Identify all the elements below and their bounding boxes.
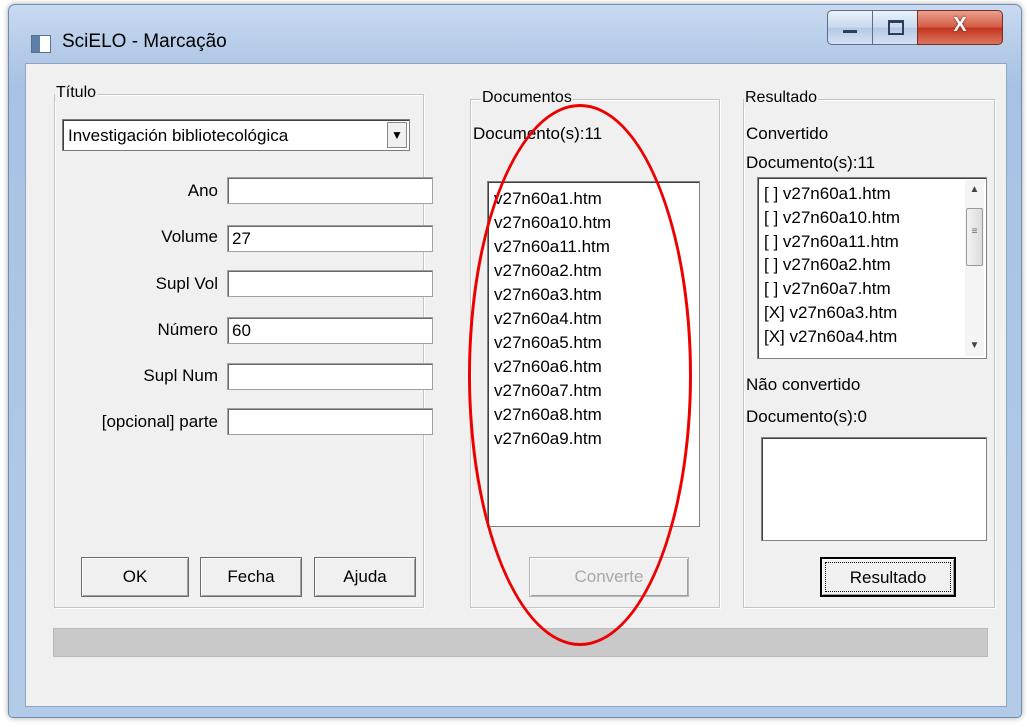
- list-item[interactable]: [X] v27n60a4.htm: [758, 325, 986, 349]
- list-item[interactable]: v27n60a6.htm: [488, 355, 699, 379]
- list-item[interactable]: v27n60a11.htm: [488, 235, 699, 259]
- dialog-client-area: Título Investigación bibliotecológica ▼ …: [25, 63, 1007, 707]
- maximize-button[interactable]: [872, 10, 918, 45]
- close-button[interactable]: X: [917, 10, 1003, 45]
- list-item[interactable]: v27n60a5.htm: [488, 331, 699, 355]
- list-item[interactable]: [X] v27n60a3.htm: [758, 301, 986, 325]
- list-item[interactable]: v27n60a4.htm: [488, 307, 699, 331]
- resultado-legend: Resultado: [744, 89, 819, 107]
- documentos-legend: Documentos: [481, 89, 573, 107]
- fecha-button[interactable]: Fecha: [200, 557, 302, 597]
- titulo-select[interactable]: Investigación bibliotecológica ▼: [62, 119, 410, 151]
- list-item[interactable]: v27n60a1.htm: [488, 187, 699, 211]
- opcional-parte-field[interactable]: [227, 408, 433, 435]
- nao-convertido-label: Não convertido: [746, 375, 861, 394]
- list-item[interactable]: [ ] v27n60a10.htm: [758, 206, 986, 230]
- progress-bar: [53, 628, 988, 657]
- app-window: SciELO - Marcação X Título Investigación…: [8, 4, 1022, 718]
- grip-icon: ≡: [971, 226, 978, 237]
- nao-convertido-listbox[interactable]: [761, 437, 987, 541]
- volume-field[interactable]: 27: [227, 225, 433, 252]
- list-item[interactable]: [ ] v27n60a1.htm: [758, 182, 986, 206]
- app-icon[interactable]: [31, 35, 51, 53]
- list-item[interactable]: v27n60a7.htm: [488, 379, 699, 403]
- ano-label: Ano: [187, 181, 218, 200]
- numero-label: Número: [157, 320, 218, 339]
- focus-rect: [825, 562, 951, 592]
- supl-vol-label: Supl Vol: [155, 274, 218, 293]
- convertido-listbox[interactable]: [ ] v27n60a1.htm [ ] v27n60a10.htm [ ] v…: [757, 177, 987, 359]
- numero-field[interactable]: 60: [227, 317, 433, 344]
- converte-button[interactable]: Converte: [529, 557, 689, 597]
- supl-num-field[interactable]: [227, 363, 433, 390]
- list-item[interactable]: [ ] v27n60a2.htm: [758, 253, 986, 277]
- documentos-count: Documento(s):11: [473, 124, 603, 143]
- opcional-parte-label: [opcional] parte: [101, 412, 218, 431]
- list-item[interactable]: v27n60a2.htm: [488, 259, 699, 283]
- list-item[interactable]: v27n60a10.htm: [488, 211, 699, 235]
- volume-label: Volume: [161, 227, 218, 246]
- list-item[interactable]: v27n60a3.htm: [488, 283, 699, 307]
- resultado-button[interactable]: Resultado: [820, 557, 956, 597]
- ok-button[interactable]: OK: [81, 557, 189, 597]
- vertical-scrollbar[interactable]: ▲ ≡ ▼: [965, 180, 984, 356]
- convertido-label: Convertido: [746, 124, 829, 143]
- minimize-icon: [843, 30, 857, 33]
- supl-vol-field[interactable]: [227, 270, 433, 297]
- title-bar[interactable]: SciELO - Marcação X: [9, 5, 1021, 63]
- ano-field[interactable]: [227, 177, 433, 204]
- list-item[interactable]: v27n60a8.htm: [488, 403, 699, 427]
- list-item[interactable]: [ ] v27n60a11.htm: [758, 230, 986, 254]
- maximize-icon: [888, 20, 904, 35]
- scroll-up-icon[interactable]: ▲: [965, 180, 984, 200]
- titulo-legend: Título: [55, 84, 98, 102]
- ajuda-button[interactable]: Ajuda: [314, 557, 416, 597]
- documentos-listbox[interactable]: v27n60a1.htm v27n60a10.htm v27n60a11.htm…: [487, 181, 700, 527]
- scroll-down-icon[interactable]: ▼: [965, 336, 984, 356]
- window-title: SciELO - Marcação: [62, 31, 227, 52]
- list-item[interactable]: [ ] v27n60a7.htm: [758, 277, 986, 301]
- titulo-group: Título: [54, 84, 424, 608]
- list-item[interactable]: v27n60a9.htm: [488, 427, 699, 451]
- close-icon: X: [953, 14, 967, 36]
- scroll-thumb[interactable]: ≡: [966, 208, 983, 266]
- chevron-down-icon[interactable]: ▼: [387, 122, 407, 148]
- minimize-button[interactable]: [827, 10, 873, 45]
- supl-num-label: Supl Num: [143, 366, 218, 385]
- convertido-count: Documento(s):11: [746, 153, 876, 172]
- nao-convertido-count: Documento(s):0: [746, 407, 867, 426]
- titulo-select-value: Investigación bibliotecológica: [68, 126, 289, 145]
